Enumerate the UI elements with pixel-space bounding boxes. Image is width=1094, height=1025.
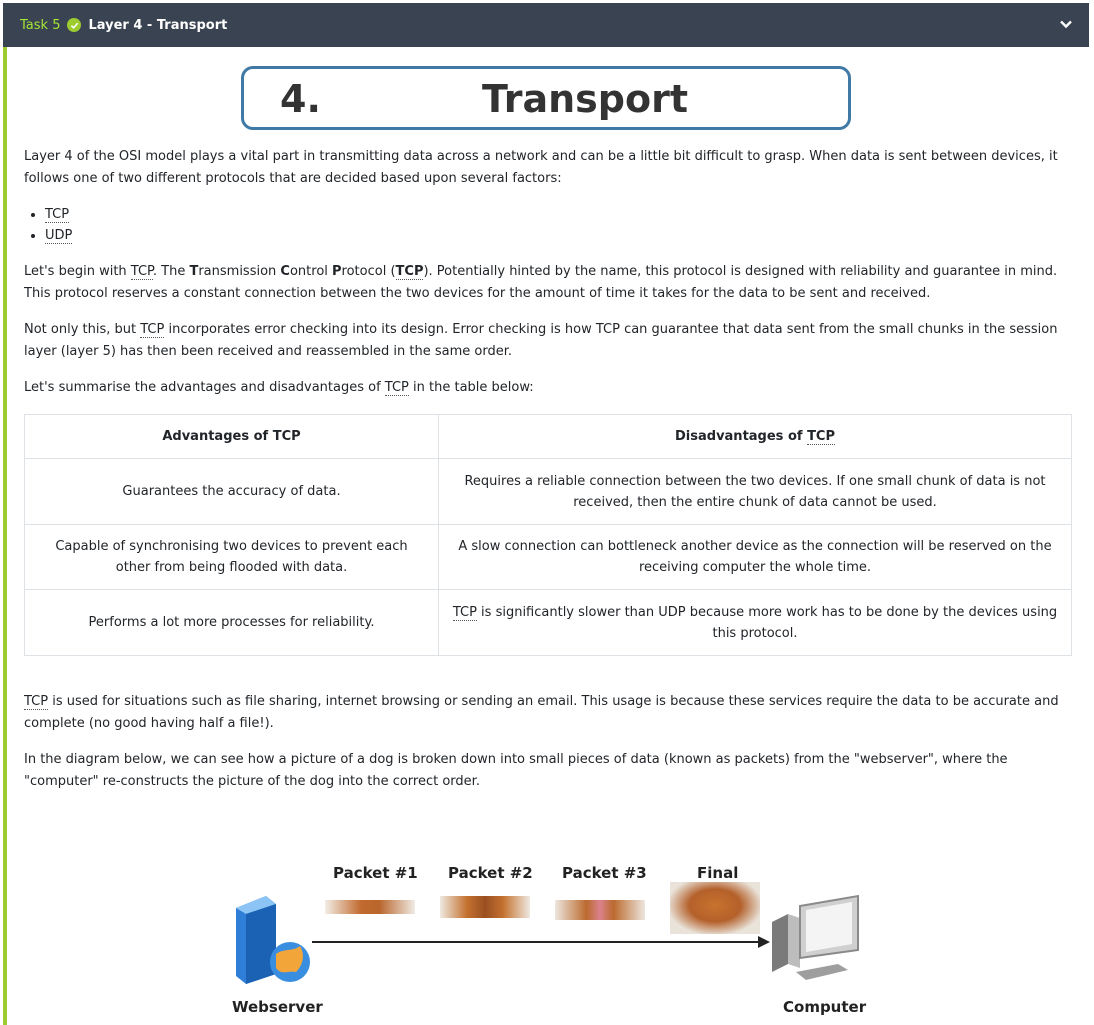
task-header[interactable]: Task 5 Layer 4 - Transport — [3, 3, 1089, 47]
table-row: Guarantees the accuracy of data. Require… — [24, 458, 1072, 525]
check-circle-icon — [67, 18, 82, 32]
banner-title: Transport — [482, 77, 689, 121]
webserver-label: Webserver — [232, 998, 323, 1016]
advantages-header: Advantages of TCP — [24, 414, 439, 459]
chevron-down-icon[interactable] — [1059, 16, 1073, 35]
webserver-icon — [236, 896, 310, 984]
table-row: Performs a lot more processes for reliab… — [24, 589, 1072, 656]
list-item: TCP — [45, 204, 72, 225]
list-item: UDP — [45, 225, 73, 246]
packet-3-label: Packet #3 — [562, 864, 647, 882]
usage-paragraph: TCP is used for situations such as file … — [24, 694, 1059, 731]
tcp-intro-paragraph: Let's begin with TCP. The Transmission C… — [24, 264, 1058, 301]
banner-number: 4. — [280, 77, 321, 121]
packet-3-image — [555, 900, 645, 920]
packet-2-label: Packet #2 — [448, 864, 533, 882]
computer-label: Computer — [783, 998, 867, 1016]
intro-paragraph: Layer 4 of the OSI model plays a vital p… — [24, 149, 1058, 186]
table-row: Capable of synchronising two devices to … — [24, 524, 1072, 590]
packet-1-image — [325, 900, 415, 914]
final-label: Final — [697, 864, 739, 882]
computer-icon — [772, 894, 859, 980]
summary-paragraph: Let's summarise the advantages and disad… — [24, 380, 534, 396]
tcp-comparison-table: Advantages of TCP Disadvantages of TCP G… — [24, 414, 1072, 656]
table-header-row: Advantages of TCP Disadvantages of TCP — [24, 414, 1072, 459]
protocol-list: TCP UDP — [25, 204, 73, 246]
task-title: Layer 4 - Transport — [88, 17, 228, 33]
section-banner: 4. Transport — [241, 66, 851, 130]
arrow-icon — [312, 936, 770, 948]
packet-2-image — [440, 896, 530, 918]
error-checking-paragraph: Not only this, but TCP incorporates erro… — [24, 322, 1058, 359]
final-image — [670, 882, 760, 934]
task-number: Task 5 — [20, 17, 61, 33]
packet-1-label: Packet #1 — [333, 864, 418, 882]
disadvantages-header: Disadvantages of TCP — [438, 414, 1072, 459]
diagram-intro-paragraph: In the diagram below, we can see how a p… — [24, 752, 1008, 789]
